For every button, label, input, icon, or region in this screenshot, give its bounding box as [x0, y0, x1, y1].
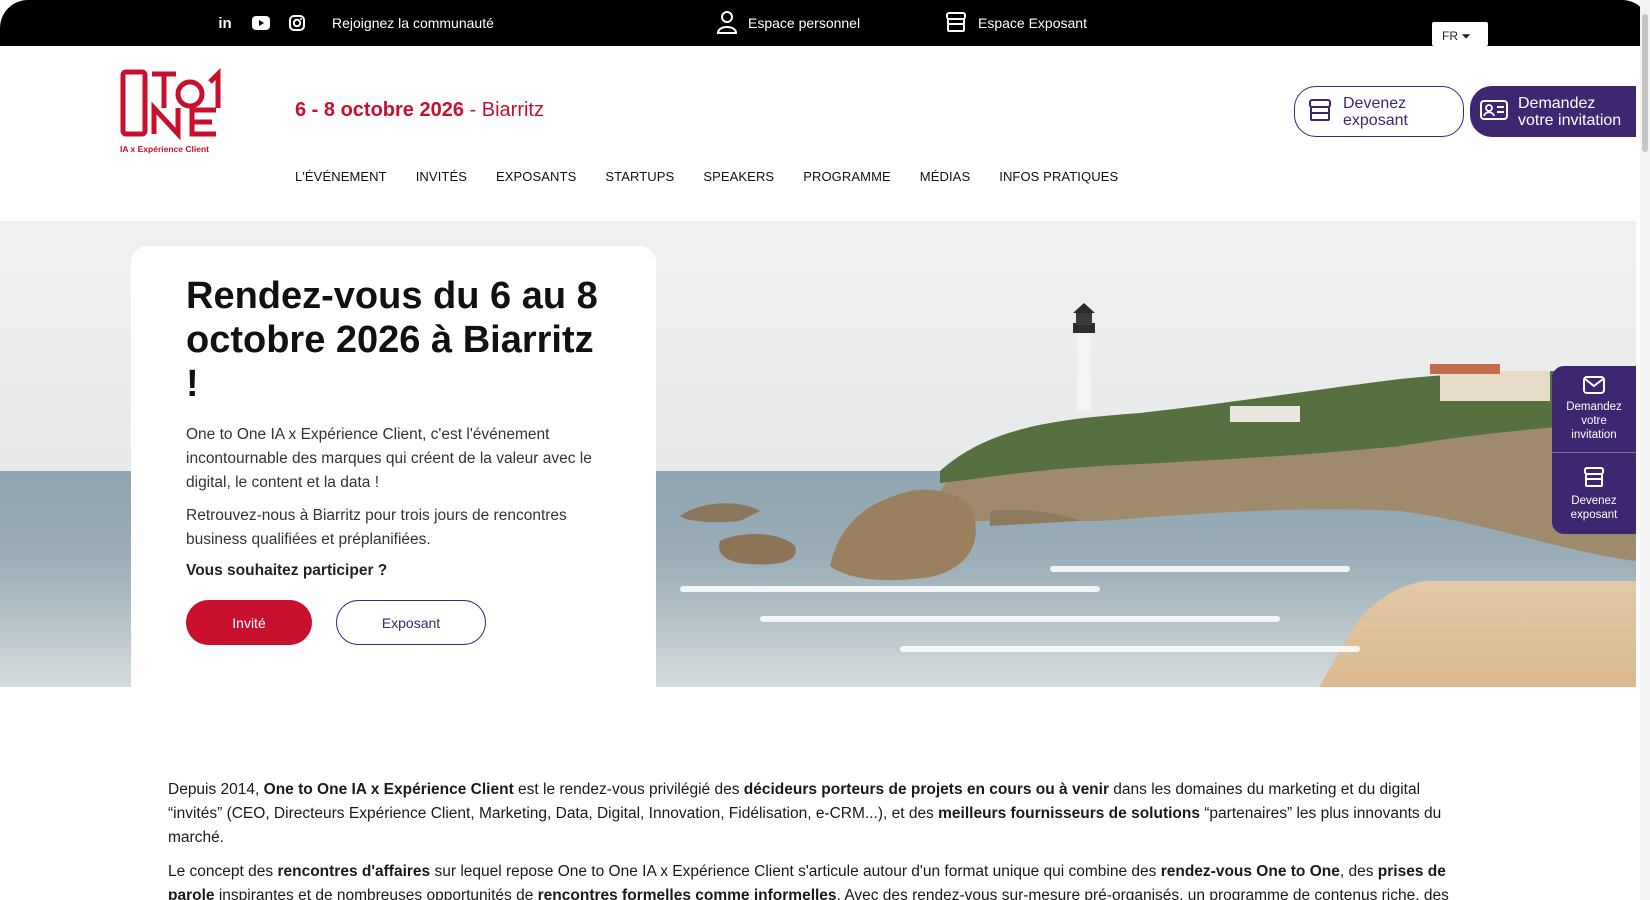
user-icon	[716, 10, 738, 37]
nav-item-startups[interactable]: STARTUPS	[605, 169, 674, 184]
exhibitor-button[interactable]: Exposant	[336, 600, 486, 645]
become-exhibitor-label: Devenez exposant	[1343, 95, 1408, 129]
intro-emphasis: rencontres formelles comme informelles	[537, 887, 837, 900]
intro-text: inspirantes et de nombreuses opportunité…	[214, 887, 538, 900]
hero-description-2: Retrouvez-nous à Biarritz pour trois jou…	[186, 507, 567, 548]
nav-item-invites[interactable]: INVITÉS	[416, 169, 467, 184]
personal-space-label: Espace personnel	[748, 15, 861, 31]
intro-paragraph-2: Le concept des rencontres d'affaires sur…	[168, 860, 1468, 900]
wave-foam	[1050, 566, 1350, 572]
wave-foam	[680, 586, 1100, 592]
intro-text: sur lequel repose One to One IA x Expéri…	[430, 863, 1161, 880]
intro-text: . Avec des rendez-vous sur-mesure pré-or…	[836, 887, 1449, 900]
intro-text: est le rendez-vous privilégié des	[513, 781, 744, 798]
request-invitation-label: Demandez votre invitation	[1518, 95, 1621, 129]
side-exhibitor-label: Devenez exposant	[1570, 495, 1618, 521]
community-link[interactable]: Rejoignez la communauté	[332, 15, 494, 31]
hero-description: One to One IA x Expérience Client, c'est…	[186, 426, 592, 491]
intro-emphasis: One to One IA x Expérience Client	[263, 781, 514, 798]
hero-section: Rendez-vous du 6 au 8 octobre 2026 à Bia…	[0, 221, 1636, 687]
become-exhibitor-button[interactable]: Devenez exposant	[1294, 86, 1464, 137]
intro-emphasis: meilleurs fournisseurs de solutions	[938, 805, 1200, 822]
intro-text: Depuis 2014,	[168, 781, 264, 798]
nav-item-exposants[interactable]: EXPOSANTS	[496, 169, 576, 184]
top-bar: in Rejoignez la communauté Espace person…	[0, 0, 1650, 46]
nav-item-infos-pratiques[interactable]: INFOS PRATIQUES	[999, 169, 1118, 184]
scrollbar[interactable]	[1640, 0, 1650, 900]
personal-space-link[interactable]: Espace personnel	[716, 0, 860, 46]
side-exhibitor-button[interactable]: Devenez exposant	[1552, 466, 1636, 522]
intro-text: Le concept des	[168, 863, 278, 880]
become-exhibitor-line2: exposant	[1343, 111, 1408, 129]
mail-icon	[1583, 376, 1605, 397]
logo-mark	[120, 67, 221, 141]
linkedin-icon[interactable]: in	[216, 14, 234, 32]
guest-button[interactable]: Invité	[186, 600, 312, 645]
side-widget: Demandez votre invitation Devenez exposa…	[1552, 366, 1636, 534]
intro-emphasis: rencontres d'affaires	[277, 863, 431, 880]
side-invite-label: Demandez votre invitation	[1566, 401, 1622, 441]
hero-buttons: Invité Exposant	[186, 600, 616, 645]
nav-item-programme[interactable]: PROGRAMME	[803, 169, 891, 184]
hero-question: Vous souhaitez participer ?	[186, 562, 388, 579]
intro-section: Depuis 2014, One to One IA x Expérience …	[168, 778, 1468, 900]
social-links: in Rejoignez la communauté	[216, 0, 494, 46]
chevron-down-icon: ⏷	[1461, 29, 1471, 43]
id-card-icon	[1480, 99, 1508, 125]
event-date-text: 6 - 8 octobre 2026	[295, 99, 464, 121]
hero-title: Rendez-vous du 6 au 8 octobre 2026 à Bia…	[186, 275, 598, 405]
wave-foam	[900, 646, 1360, 652]
intro-emphasis: décideurs porteurs de projets en cours o…	[743, 781, 1109, 798]
logo[interactable]: IA x Expérience Client	[120, 67, 226, 154]
store-icon	[1307, 98, 1333, 126]
request-invitation-line1: Demandez	[1518, 94, 1596, 112]
side-invite-button[interactable]: Demandez votre invitation	[1552, 376, 1636, 442]
request-invitation-line2: votre invitation	[1518, 111, 1622, 129]
exhibitor-space-link[interactable]: Espace Exposant	[944, 0, 1087, 46]
logo-tagline: IA x Expérience Client	[120, 144, 209, 154]
main-nav: L'ÉVÉNEMENT INVITÉS EXPOSANTS STARTUPS S…	[295, 169, 1118, 184]
youtube-icon[interactable]	[252, 14, 270, 32]
exhibitor-space-label: Espace Exposant	[978, 15, 1087, 31]
event-date: 6 - 8 octobre 2026 - Biarritz	[295, 99, 544, 122]
nav-item-medias[interactable]: MÉDIAS	[920, 169, 970, 184]
become-exhibitor-line1: Devenez	[1343, 94, 1407, 112]
scrollbar-thumb[interactable]	[1642, 14, 1648, 152]
request-invitation-button[interactable]: Demandez votre invitation	[1470, 86, 1636, 137]
hero-card: Rendez-vous du 6 au 8 octobre 2026 à Bia…	[131, 246, 656, 687]
language-label: FR	[1442, 29, 1458, 43]
intro-emphasis: rendez-vous One to One	[1160, 863, 1340, 880]
nav-item-speakers[interactable]: SPEAKERS	[703, 169, 774, 184]
store-icon	[1582, 467, 1606, 491]
store-icon	[944, 11, 968, 36]
side-divider	[1552, 452, 1636, 453]
language-selector[interactable]: FR ⏷	[1432, 22, 1488, 46]
intro-text: , des	[1339, 863, 1378, 880]
intro-paragraph-1: Depuis 2014, One to One IA x Expérience …	[168, 778, 1468, 850]
instagram-icon[interactable]	[288, 14, 306, 32]
event-city: - Biarritz	[469, 99, 544, 121]
nav-item-evenement[interactable]: L'ÉVÉNEMENT	[295, 169, 387, 184]
wave-foam	[760, 616, 1280, 622]
